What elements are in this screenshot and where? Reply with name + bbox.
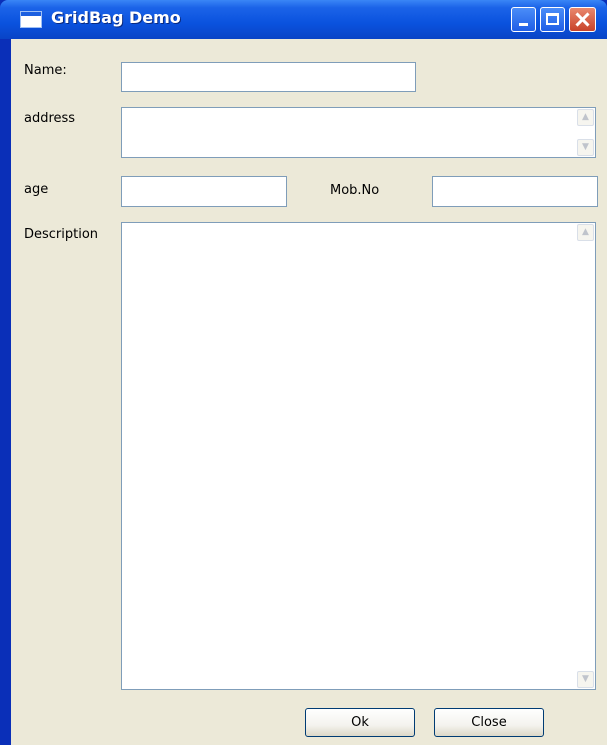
name-field[interactable] <box>121 62 416 92</box>
address-textarea[interactable]: ▲ ▼ <box>121 107 596 158</box>
chevron-down-icon[interactable]: ▼ <box>577 139 594 156</box>
window-title: GridBag Demo <box>51 8 181 27</box>
title-bar[interactable]: GridBag Demo <box>0 0 607 39</box>
chevron-up-icon[interactable]: ▲ <box>577 224 594 241</box>
address-label: address <box>24 111 76 126</box>
description-label: Description <box>24 227 99 242</box>
description-scrollbar[interactable]: ▲ ▼ <box>577 224 594 688</box>
name-label: Name: <box>24 63 67 78</box>
description-textarea[interactable]: ▲ ▼ <box>121 222 596 690</box>
age-field[interactable] <box>121 176 287 207</box>
maximize-button[interactable] <box>540 7 565 32</box>
gridbag-demo-window: GridBag Demo Name: address ▲ ▼ age Mob.N… <box>0 0 607 745</box>
close-window-button[interactable] <box>569 7 596 32</box>
age-label: age <box>24 182 49 197</box>
chevron-down-icon[interactable]: ▼ <box>577 671 594 688</box>
mobno-label: Mob.No <box>330 183 380 198</box>
minimize-button[interactable] <box>511 7 536 32</box>
window-icon <box>20 11 42 28</box>
address-scrollbar[interactable]: ▲ ▼ <box>577 109 594 156</box>
close-button[interactable]: Close <box>434 708 544 737</box>
form-panel: Name: address ▲ ▼ age Mob.No Description… <box>11 39 607 745</box>
mobno-field[interactable] <box>432 176 598 207</box>
ok-button[interactable]: Ok <box>305 708 415 737</box>
chevron-up-icon[interactable]: ▲ <box>577 109 594 126</box>
